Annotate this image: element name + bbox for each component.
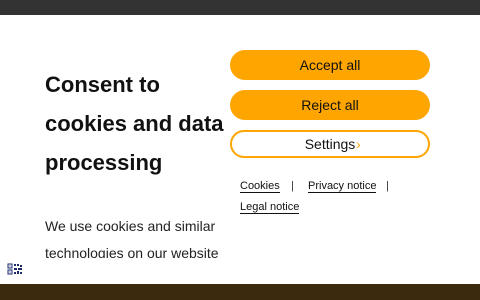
consent-description: We use cookies and similar technologies … <box>45 218 219 258</box>
settings-button[interactable]: Settings › <box>230 130 430 158</box>
top-bar <box>0 0 480 15</box>
legal-notice-link[interactable]: Legal notice <box>240 201 300 214</box>
accept-all-label: Accept all <box>299 57 361 73</box>
privacy-notice-link[interactable]: Privacy notice <box>308 180 377 193</box>
link-separator: | <box>386 180 389 192</box>
reject-all-label: Reject all <box>301 97 359 113</box>
qr-code-icon[interactable] <box>7 263 23 275</box>
bottom-strip <box>0 269 480 284</box>
page-bottom-bar <box>0 284 480 300</box>
reject-all-button[interactable]: Reject all <box>230 90 430 120</box>
consent-title: Consent to cookies and data processing <box>45 72 224 175</box>
link-separator: | <box>291 180 294 192</box>
chevron-right-icon: › <box>356 136 361 152</box>
cookie-consent-dialog: Consent to cookies and data processing W… <box>0 15 480 284</box>
settings-label: Settings <box>304 136 356 152</box>
consent-description-container: We use cookies and similar technologies … <box>45 213 230 258</box>
accept-all-button[interactable]: Accept all <box>230 50 430 80</box>
cookies-link[interactable]: Cookies <box>240 180 280 193</box>
